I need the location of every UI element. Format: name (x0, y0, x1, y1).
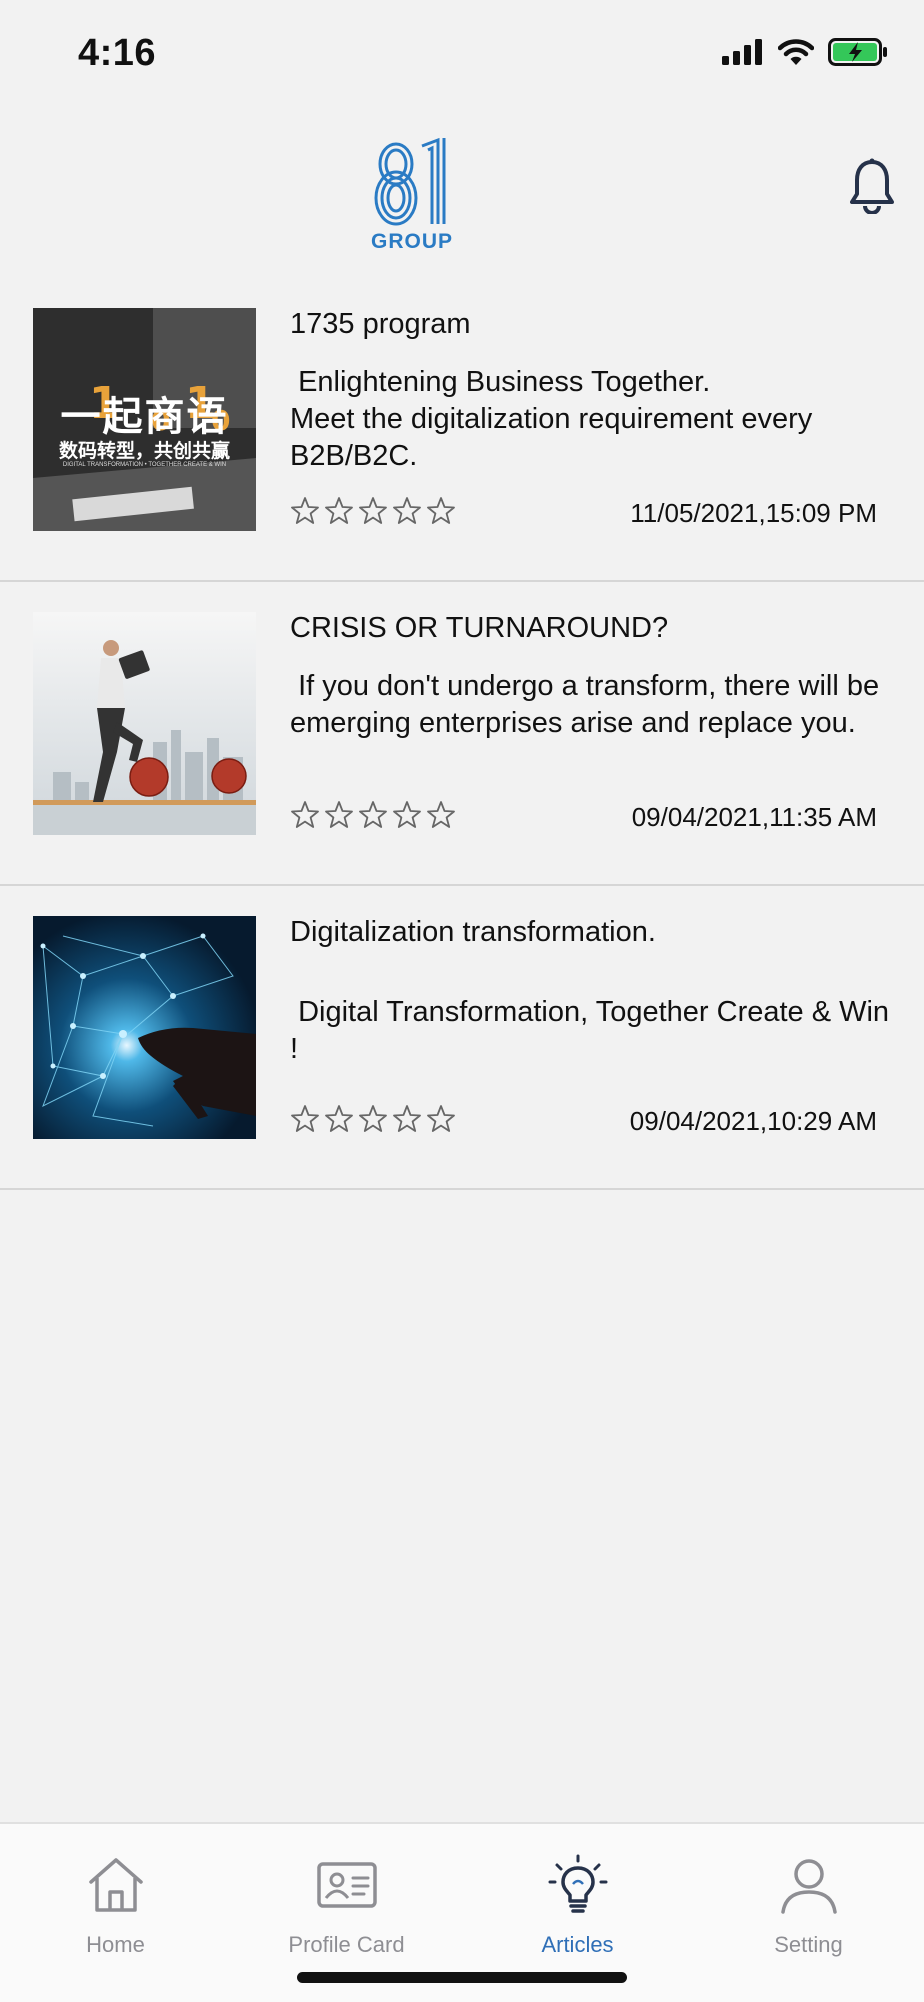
tab-home[interactable]: Home (0, 1824, 231, 1964)
star-icon[interactable] (426, 1104, 456, 1134)
star-icon[interactable] (392, 1104, 422, 1134)
tab-label: Profile Card (288, 1932, 405, 1957)
star-icon[interactable] (324, 1104, 354, 1134)
article-thumbnail (33, 916, 256, 1139)
article-description: If you don't undergo a transform, there … (290, 670, 888, 739)
star-icon[interactable] (290, 1104, 320, 1134)
article-title: 1735 program (290, 308, 471, 340)
article-item[interactable]: Digitalization transformation. Digital T… (0, 886, 924, 1190)
lightbulb-icon (548, 1854, 608, 1913)
home-icon (89, 1858, 143, 1912)
article-title: CRISIS OR TURNAROUND? (290, 612, 669, 644)
article-list: 1 1 0 0 一起商语 数码转型，共创共赢 DIGITAL TRANSFORM… (0, 278, 924, 1190)
tab-articles[interactable]: Articles (462, 1824, 693, 1964)
id-card-icon (317, 1862, 377, 1908)
wifi-icon (778, 39, 814, 65)
article-item[interactable]: 1 1 0 0 一起商语 数码转型，共创共赢 DIGITAL TRANSFORM… (0, 278, 924, 582)
article-date: 09/04/2021,11:35 AM (631, 802, 877, 832)
user-icon (781, 1859, 837, 1914)
star-icon[interactable] (358, 800, 388, 830)
star-icon[interactable] (426, 800, 456, 830)
star-rating[interactable] (290, 800, 456, 830)
thumbnail-tagline: DIGITAL TRANSFORMATION • TOGETHER CREATE… (62, 462, 227, 468)
article-title: Digitalization transformation. (290, 916, 656, 948)
article-description: Enlightening Business Together. Meet the… (290, 366, 813, 472)
thumbnail-headline: 一起商语 (60, 394, 229, 440)
cellular-signal-icon (722, 39, 762, 65)
star-icon[interactable] (324, 800, 354, 830)
tab-label: Articles (541, 1932, 614, 1957)
article-thumbnail: 1 1 0 0 一起商语 数码转型，共创共赢 DIGITAL TRANSFORM… (33, 308, 256, 531)
tab-profile-card[interactable]: Profile Card (231, 1824, 462, 1964)
notifications-button[interactable] (850, 158, 894, 215)
home-indicator (297, 1972, 627, 1983)
star-icon[interactable] (358, 496, 388, 526)
tab-label: Setting (774, 1932, 843, 1957)
article-date: 09/04/2021,10:29 AM (629, 1106, 877, 1136)
status-icons (722, 38, 888, 66)
article-item[interactable]: CRISIS OR TURNAROUND? If you don't under… (0, 582, 924, 886)
star-icon[interactable] (290, 496, 320, 526)
logo-text: GROUP (370, 230, 453, 253)
article-date: 11/05/2021,15:09 PM (630, 498, 877, 528)
star-icon[interactable] (290, 800, 320, 830)
tab-label: Home (86, 1932, 145, 1957)
star-icon[interactable] (358, 1104, 388, 1134)
battery-icon (828, 38, 887, 66)
tab-setting[interactable]: Setting (693, 1824, 924, 1964)
article-description: Digital Transformation, Together Create … (290, 996, 898, 1065)
star-rating[interactable] (290, 1104, 456, 1134)
status-time: 4:16 (78, 32, 157, 74)
star-icon[interactable] (392, 496, 422, 526)
app-header: GROUP (0, 120, 924, 270)
star-icon[interactable] (392, 800, 422, 830)
star-rating[interactable] (290, 496, 456, 526)
star-icon[interactable] (324, 496, 354, 526)
star-icon[interactable] (426, 496, 456, 526)
status-bar: 4:16 (0, 0, 924, 110)
article-thumbnail (33, 612, 256, 835)
thumbnail-subline: 数码转型，共创共赢 (58, 440, 230, 462)
bell-icon (850, 158, 894, 215)
logo: GROUP (364, 136, 460, 254)
